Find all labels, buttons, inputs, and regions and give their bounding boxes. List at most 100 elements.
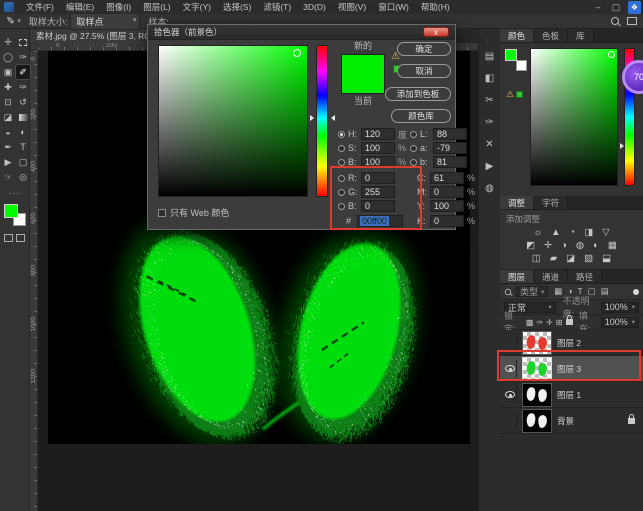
layer-name[interactable]: 图层 2 [557,337,581,349]
y-input[interactable]: 100 [430,200,464,212]
hand-tool[interactable]: ☞ [1,170,15,184]
selective-color-icon[interactable]: ⬓ [602,254,611,264]
radio-l[interactable] [410,131,417,138]
radio-a[interactable] [410,145,417,152]
layer-thumbnail[interactable] [522,357,552,381]
visibility-toggle[interactable] [503,412,517,430]
layer-row-3[interactable]: 图层 3 [500,356,643,382]
lasso-tool[interactable]: ◯ [1,50,15,64]
menu-type[interactable]: 文字(Y) [177,0,217,14]
filter-toggle-icon[interactable] [633,289,639,295]
photo-filter-icon[interactable]: ◍ [576,241,584,251]
lock-artboard-icon[interactable]: ⊞ [556,318,563,327]
path-selection-tool[interactable]: ▶ [1,155,15,169]
extension-icon[interactable]: ❖ [628,1,641,14]
dock-icon-3[interactable]: ✂ [485,95,493,106]
foreground-color-swatch[interactable] [505,49,517,61]
menu-file[interactable]: 文件(F) [20,0,60,14]
c-input[interactable]: 61 [430,172,464,184]
dock-icon-5[interactable]: ✕ [485,139,493,150]
exposure-icon[interactable]: ◨ [584,228,593,238]
tab-channels[interactable]: 通道 [534,270,568,283]
shape-tool[interactable]: ▢ [16,155,30,169]
filter-smart-object-icon[interactable]: ▤ [601,286,609,297]
ok-button[interactable]: 确定 [397,42,451,56]
visibility-toggle[interactable] [503,386,517,404]
layer-thumbnail[interactable] [522,383,552,407]
menu-view[interactable]: 视图(V) [332,0,372,14]
add-to-swatches-button[interactable]: 添加到色板 [385,87,451,101]
layer-name[interactable]: 图层 1 [557,389,581,401]
color-gradient-field[interactable] [158,45,308,197]
maximize-button[interactable]: ▢ [610,2,622,13]
color-lookup-icon[interactable]: ▦ [608,241,617,251]
menu-edit[interactable]: 编辑(E) [60,0,100,14]
radio-h[interactable] [338,131,345,138]
menu-3d[interactable]: 3D(D) [297,0,332,14]
foreground-color-swatch[interactable] [4,204,18,218]
cancel-button[interactable]: 取消 [397,64,451,78]
radio-b2[interactable] [338,203,345,210]
color-balance-icon[interactable]: ✛ [544,241,552,251]
menu-image[interactable]: 图像(I) [100,0,137,14]
hue-arrow-left[interactable] [310,115,314,121]
hex-input[interactable]: 00ff00 [357,215,403,227]
layer-row-1[interactable]: 图层 1 [500,382,643,408]
tab-paths[interactable]: 路径 [568,270,602,283]
tab-color[interactable]: 颜色 [500,29,534,42]
channel-mixer-icon[interactable]: ◐ [593,241,599,251]
dialog-title-bar[interactable]: 拾色器（前景色） x [148,25,455,40]
lock-all-icon[interactable] [566,319,572,325]
pen-tool[interactable]: ✒ [1,140,15,154]
posterize-icon[interactable]: ▰ [550,254,557,264]
close-icon[interactable]: x [423,27,449,37]
levels-icon[interactable]: ▲ [551,228,560,238]
lock-transparency-icon[interactable]: ▩ [526,318,534,327]
color-gradient-field[interactable] [530,48,618,186]
a-input[interactable]: -79 [433,142,467,154]
curves-icon[interactable]: ◔ [570,228,576,238]
vibrance-icon[interactable]: ▽ [602,228,609,238]
history-brush-tool[interactable]: ↺ [16,95,30,109]
invert-icon[interactable]: ◫ [532,254,541,264]
b2-input[interactable]: 0 [361,200,395,212]
hue-saturation-icon[interactable]: ◩ [526,241,535,251]
clone-stamp-tool[interactable]: ⊡ [1,95,15,109]
tab-character[interactable]: 字符 [534,196,568,209]
h-input[interactable]: 120 [361,128,395,140]
l-input[interactable]: 88 [433,128,467,140]
g-input[interactable]: 255 [361,186,395,198]
eraser-tool[interactable]: ◪ [1,110,15,124]
b-input[interactable]: 100 [361,156,395,168]
dock-icon-2[interactable]: ◧ [485,73,494,84]
workspace-icon[interactable] [627,17,637,25]
menu-help[interactable]: 帮助(H) [415,0,456,14]
gradient-tool[interactable] [16,110,30,124]
move-tool[interactable]: ✛ [1,35,15,49]
tab-libraries[interactable]: 库 [568,29,594,42]
toolbar-more-icon[interactable]: ··· [0,188,29,198]
r-input[interactable]: 0 [361,172,395,184]
quick-mask-icon[interactable] [4,234,13,242]
layer-thumbnail[interactable] [522,409,552,433]
dock-icon-1[interactable]: ▤ [485,51,494,62]
b-lab-input[interactable]: 81 [433,156,467,168]
blur-tool[interactable]: ◒ [1,125,15,139]
eyedropper-tool[interactable]: ✐ [16,65,30,79]
filter-pixel-layers-icon[interactable]: ▦ [554,286,562,297]
sample-size-select[interactable]: 取样点 ▾ [70,13,140,30]
lock-pixels-icon[interactable]: ✑ [536,318,543,327]
web-colors-only-checkbox[interactable]: 只有 Web 颜色 [158,206,229,219]
gamut-warning-icon[interactable]: ⚠ [506,89,514,100]
radio-b-lab[interactable] [410,159,417,166]
radio-s[interactable] [338,145,345,152]
background-color-swatch[interactable] [516,60,527,71]
color-libraries-button[interactable]: 颜色库 [391,109,451,123]
menu-window[interactable]: 窗口(W) [372,0,415,14]
zoom-tool[interactable]: ◎ [16,170,30,184]
s-input[interactable]: 100 [361,142,395,154]
type-tool[interactable]: T [16,140,30,154]
dock-icon-7[interactable]: ◍ [485,183,494,194]
hue-arrow-right[interactable] [331,115,335,121]
visibility-toggle[interactable] [503,360,517,378]
